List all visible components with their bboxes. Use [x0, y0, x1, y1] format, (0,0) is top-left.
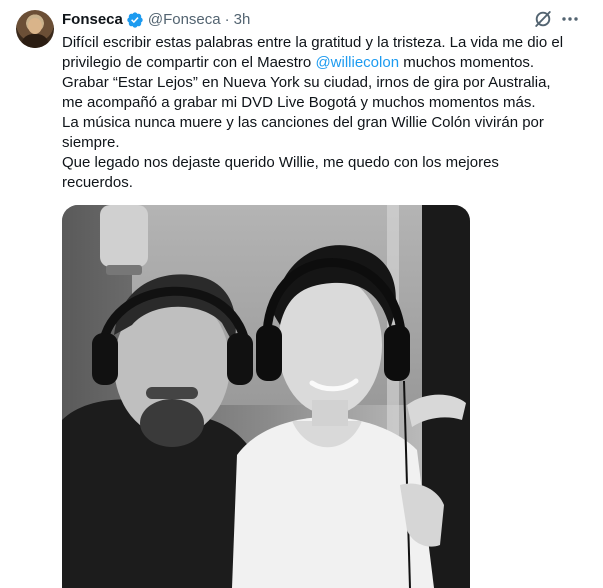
tweet-text-line: Difícil escribir estas palabras entre la…	[62, 34, 564, 51]
separator-dot: ·	[224, 11, 230, 28]
tweet-text-fragment: muchos momentos.	[399, 54, 535, 71]
tweet-text-line: privilegio de compartir con el Maestro @…	[62, 53, 592, 73]
tweet-header: Fonseca @Fonseca · 3h	[62, 10, 250, 30]
avatar-body	[22, 34, 48, 48]
verified-badge-icon	[127, 12, 143, 28]
tweet-text-line: La música nunca muere y las canciones de…	[62, 114, 544, 131]
tweet-text-fragment: privilegio de compartir con el Maestro	[62, 54, 316, 71]
avatar[interactable]	[16, 10, 54, 48]
grok-icon[interactable]	[533, 9, 553, 29]
tweet-text-line: siempre.	[62, 134, 120, 151]
tweet-text-line: recuerdos.	[62, 174, 133, 191]
author-handle[interactable]: @Fonseca	[148, 10, 221, 30]
tweet-text-line: Que legado nos dejaste querido Willie, m…	[62, 154, 499, 171]
tweet-text: Difícil escribir estas palabras entre la…	[62, 33, 592, 193]
timestamp[interactable]: 3h	[234, 10, 251, 30]
tweet-text-line: Grabar “Estar Lejos” en Nueva York su ci…	[62, 74, 551, 91]
photo-illustration	[62, 205, 470, 588]
author-display-name[interactable]: Fonseca	[62, 10, 123, 30]
mention-link[interactable]: @williecolon	[315, 54, 399, 71]
more-icon[interactable]	[560, 9, 580, 29]
avatar-face	[28, 18, 42, 34]
tweet[interactable]: Fonseca @Fonseca · 3h Difícil escribir e…	[0, 0, 603, 588]
tweet-text-line: me acompañó a grabar mi DVD Live Bogotá …	[62, 94, 536, 111]
tweet-photo[interactable]	[62, 205, 470, 588]
